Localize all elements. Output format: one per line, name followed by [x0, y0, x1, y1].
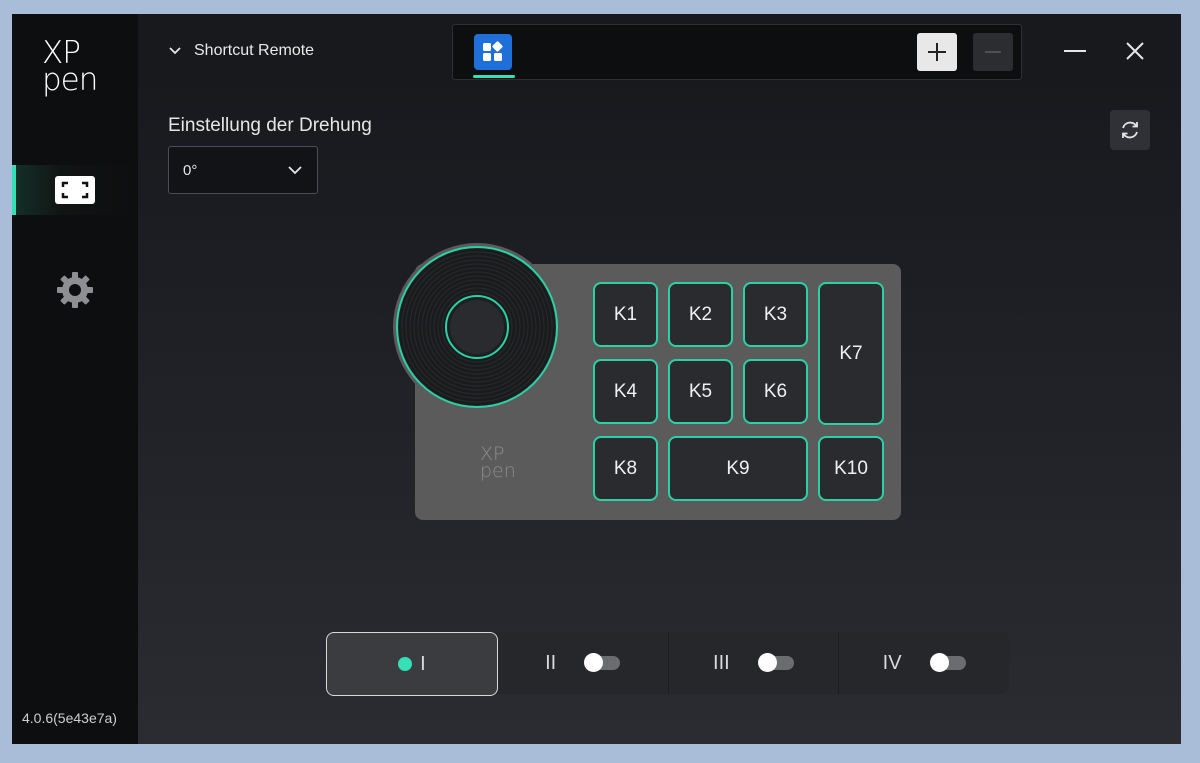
main-panel: Shortcut Remote Einstellung der Drehung … — [138, 14, 1181, 744]
close-button[interactable] — [1122, 38, 1148, 64]
plus-icon — [928, 43, 946, 61]
device-logo-line-2: pen — [480, 460, 516, 482]
close-icon — [1126, 42, 1144, 60]
rotation-value: 0° — [183, 161, 198, 179]
dial-center-face — [450, 300, 504, 354]
remove-app-button[interactable] — [973, 33, 1013, 71]
logo-line-2: pen — [42, 62, 98, 98]
rotation-dropdown[interactable]: 0° — [168, 146, 318, 194]
sidebar-item-screen-mapping[interactable] — [12, 165, 138, 215]
minimize-button[interactable] — [1062, 38, 1088, 64]
mode-toggle[interactable] — [584, 653, 621, 672]
rotation-label: Einstellung der Drehung — [168, 115, 372, 136]
mode-label: I — [420, 652, 426, 675]
mode-label: III — [713, 651, 730, 674]
key-k3[interactable]: K3 — [743, 282, 808, 347]
key-k9[interactable]: K9 — [668, 436, 808, 501]
tab-all-apps[interactable] — [474, 34, 512, 70]
device-name: Shortcut Remote — [194, 42, 315, 59]
mode-label: IV — [882, 651, 902, 674]
refresh-icon — [1122, 121, 1138, 139]
app-window: XP pen 4.0.6(5e43e7a) Shortcut Remote Ei… — [12, 14, 1181, 744]
mode-tab-2[interactable]: II — [498, 632, 669, 694]
mode-switcher: I II III IV — [326, 632, 1009, 696]
mode-tab-4[interactable]: IV — [839, 632, 1009, 694]
key-k8[interactable]: K8 — [593, 436, 658, 501]
all-apps-icon — [483, 41, 503, 61]
active-mode-indicator — [398, 657, 413, 671]
key-k2[interactable]: K2 — [668, 282, 733, 347]
minimize-icon — [1064, 50, 1086, 52]
device-logo: XP pen — [480, 445, 516, 482]
mode-toggle[interactable] — [757, 653, 794, 672]
screen-mapping-icon — [55, 176, 95, 204]
app-tabs — [452, 24, 1022, 80]
refresh-button[interactable] — [1110, 110, 1150, 150]
chevron-down-icon — [169, 47, 181, 55]
xppen-logo: XP pen — [42, 38, 104, 98]
chevron-down-icon — [288, 166, 302, 175]
sidebar-item-settings[interactable] — [12, 265, 138, 315]
key-k5[interactable]: K5 — [668, 359, 733, 424]
key-k1[interactable]: K1 — [593, 282, 658, 347]
gear-icon — [57, 272, 93, 308]
sidebar: XP pen 4.0.6(5e43e7a) — [12, 14, 138, 744]
title-bar: Shortcut Remote — [138, 14, 1181, 89]
mode-tab-3[interactable]: III — [669, 632, 840, 694]
mode-toggle[interactable] — [929, 653, 966, 672]
mode-tab-1[interactable]: I — [326, 632, 498, 696]
key-k6[interactable]: K6 — [743, 359, 808, 424]
key-k4[interactable]: K4 — [593, 359, 658, 424]
version-label: 4.0.6(5e43e7a) — [22, 710, 117, 726]
mode-label: II — [545, 651, 557, 674]
add-app-button[interactable] — [917, 33, 957, 71]
device-selector[interactable]: Shortcut Remote — [168, 42, 314, 60]
tab-active-indicator — [473, 75, 515, 78]
key-k10[interactable]: K10 — [818, 436, 884, 501]
key-k7[interactable]: K7 — [818, 282, 884, 425]
minus-icon — [985, 51, 1001, 53]
